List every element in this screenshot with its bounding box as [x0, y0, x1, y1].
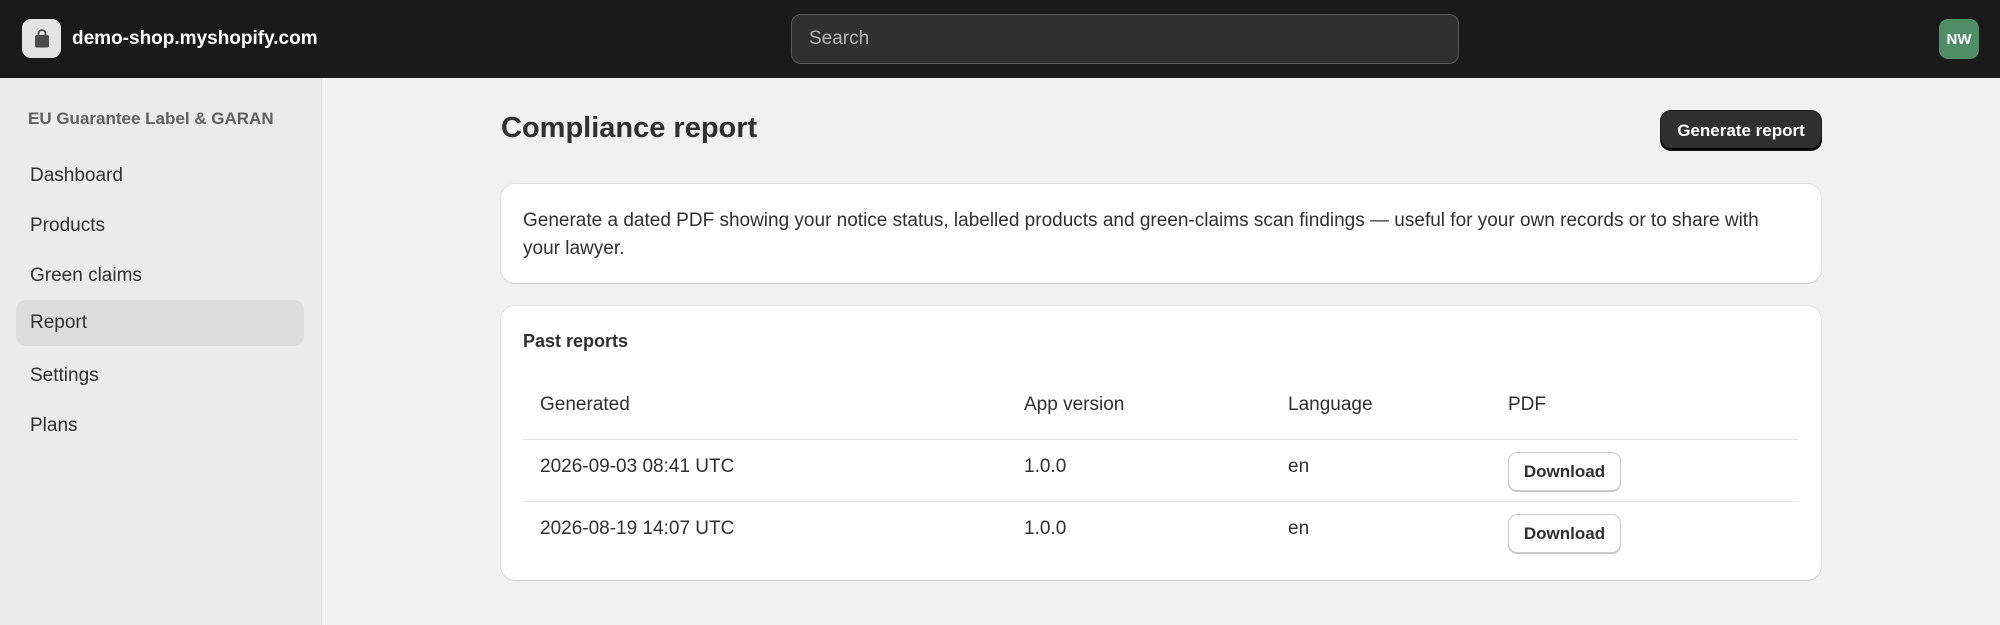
language-cell: en	[1288, 456, 1310, 477]
app-version-cell: 1.0.0	[1024, 518, 1067, 539]
past-reports-card: Past reports Generated App version Langu…	[501, 306, 1821, 580]
column-header-pdf: PDF	[1508, 394, 1546, 415]
page-title: Compliance report	[501, 112, 758, 144]
description-card: Generate a dated PDF showing your notice…	[501, 184, 1821, 283]
sidebar-item-settings[interactable]: Settings	[16, 353, 304, 399]
sidebar-item-plans[interactable]: Plans	[16, 403, 304, 449]
top-bar: demo-shop.myshopify.com NW	[0, 0, 2000, 78]
download-button[interactable]: Download	[1508, 452, 1621, 491]
search-input[interactable]	[792, 15, 1458, 63]
generate-report-button[interactable]: Generate report	[1661, 111, 1821, 150]
search-field[interactable]	[791, 14, 1459, 64]
generated-cell: 2026-09-03 08:41 UTC	[540, 456, 735, 477]
table-row: 2026-09-03 08:41 UTC 1.0.0 en Download	[523, 440, 1799, 502]
column-header-language: Language	[1288, 394, 1373, 415]
table-row: 2026-08-19 14:07 UTC 1.0.0 en Download	[523, 502, 1799, 564]
generated-cell: 2026-08-19 14:07 UTC	[540, 518, 735, 539]
column-header-generated: Generated	[540, 394, 630, 415]
language-cell: en	[1288, 518, 1310, 539]
sidebar-item-dashboard[interactable]: Dashboard	[16, 153, 304, 199]
sidebar-item-products[interactable]: Products	[16, 203, 304, 249]
user-avatar[interactable]: NW	[1939, 19, 1979, 59]
download-button[interactable]: Download	[1508, 514, 1621, 553]
column-header-app-version: App version	[1024, 394, 1125, 415]
sidebar-item-green-claims[interactable]: Green claims	[16, 253, 304, 299]
table-header: Generated App version Language PDF	[523, 370, 1799, 440]
shopping-bag-icon[interactable]	[22, 19, 61, 58]
description-text: Generate a dated PDF showing your notice…	[523, 210, 1759, 259]
app-name[interactable]: EU Guarantee Label & GARAN	[28, 109, 274, 129]
store-name[interactable]: demo-shop.myshopify.com	[72, 0, 318, 78]
past-reports-heading: Past reports	[523, 331, 629, 351]
sidebar-item-report[interactable]: Report	[16, 300, 304, 346]
app-version-cell: 1.0.0	[1024, 456, 1067, 477]
sidebar: EU Guarantee Label & GARAN Dashboard Pro…	[0, 78, 322, 625]
